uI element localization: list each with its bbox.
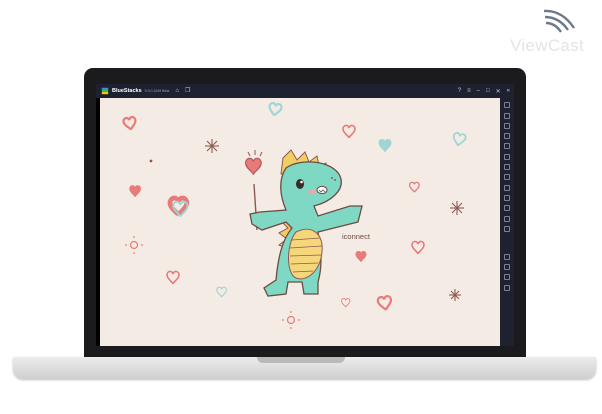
media-icon[interactable]	[504, 133, 510, 140]
eco-icon[interactable]	[504, 225, 510, 232]
close-icon[interactable]: ✕	[496, 88, 501, 95]
emulator-titlebar: BlueStacks 5.9.0.1049 Beta ⌂ ❐ ? ≡ – □ ✕…	[96, 84, 514, 98]
maximize-icon[interactable]: □	[486, 88, 490, 94]
screenshot-icon[interactable]	[504, 174, 510, 181]
collapse-icon[interactable]: «	[507, 88, 510, 94]
rotate-icon[interactable]	[504, 153, 510, 160]
folder-icon[interactable]	[504, 194, 510, 201]
keyboard-icon[interactable]	[504, 143, 510, 150]
viewcast-watermark: ViewCast	[502, 6, 592, 55]
laptop-notch	[257, 357, 345, 363]
back-icon[interactable]	[504, 264, 510, 271]
volume-down-icon[interactable]	[504, 122, 510, 129]
window-controls: ? ≡ – □ ✕ «	[458, 84, 510, 98]
fullscreen-icon[interactable]	[504, 102, 510, 109]
emulator-sidebar	[500, 98, 514, 346]
laptop-screen: BlueStacks 5.9.0.1049 Beta ⌂ ❐ ? ≡ – □ ✕…	[96, 84, 514, 346]
help-icon[interactable]: ?	[458, 88, 461, 94]
multi-instance-icon[interactable]: ❐	[185, 84, 190, 98]
home-icon[interactable]: ⌂	[175, 84, 179, 98]
app-name: BlueStacks	[112, 88, 142, 94]
home-icon[interactable]	[504, 274, 510, 281]
app-version: 5.9.0.1049 Beta	[144, 89, 170, 93]
app-content-area: iconnect	[100, 98, 500, 346]
recent-apps-icon[interactable]	[504, 284, 510, 291]
broadcast-icon	[543, 9, 575, 33]
camera-icon[interactable]	[504, 184, 510, 191]
shake-icon[interactable]	[504, 164, 510, 171]
brand-text: iconnect	[342, 232, 371, 241]
dino-wallpaper: iconnect	[100, 98, 500, 346]
minimize-icon[interactable]: –	[477, 88, 480, 94]
layers-icon[interactable]	[504, 215, 510, 222]
copy-icon[interactable]	[504, 205, 510, 212]
bluestacks-logo-icon	[101, 87, 109, 95]
menu-icon[interactable]: ≡	[467, 88, 471, 94]
volume-up-icon[interactable]	[504, 112, 510, 119]
settings-icon[interactable]	[504, 253, 510, 260]
watermark-text: ViewCast	[510, 36, 584, 55]
